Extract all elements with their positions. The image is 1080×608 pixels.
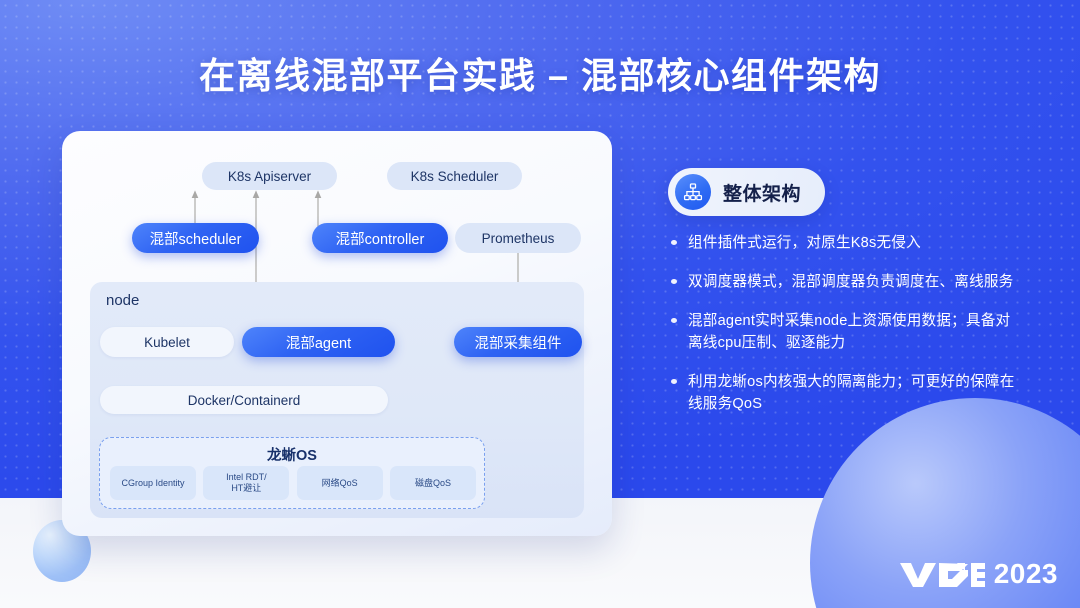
slide-root: 在离线混部平台实践 – 混部核心组件架构 node K8s Apiserver … (0, 0, 1080, 608)
component-label: K8s Scheduler (410, 168, 499, 184)
component-label: K8s Apiserver (227, 168, 312, 184)
list-item: 组件插件式运行，对原生K8s无侵入 (670, 232, 1022, 254)
vdc-logo: 2023 (899, 558, 1058, 590)
vdc-logo-icon (899, 563, 985, 587)
longxi-os-box: 龙蜥OS CGroup Identity Intel RDT/HT避让 网络Qo… (99, 437, 485, 509)
logo-year: 2023 (993, 558, 1058, 589)
list-item: 利用龙蜥os内核强大的隔离能力；可更好的保障在线服务QoS (670, 371, 1022, 415)
component-label: Prometheus (481, 230, 555, 246)
component-hunbu-collector[interactable]: 混部采集组件 (454, 327, 582, 357)
component-k8s-scheduler[interactable]: K8s Scheduler (387, 162, 522, 190)
os-tag-disk-qos[interactable]: 磁盘QoS (389, 466, 476, 500)
component-label: Kubelet (144, 334, 190, 350)
os-tag-intel-rdt[interactable]: Intel RDT/HT避让 (203, 466, 290, 500)
page-title: 在离线混部平台实践 – 混部核心组件架构 (198, 55, 882, 96)
bullet-dot-icon (671, 379, 677, 384)
section-badge-label: 整体架构 (723, 183, 802, 205)
section-badge: 整体架构 (668, 168, 826, 216)
component-label: 混部controller (335, 231, 425, 248)
component-hunbu-controller[interactable]: 混部controller (312, 223, 448, 253)
hierarchy-icon (675, 174, 711, 210)
longxi-os-title: 龙蜥OS (267, 448, 317, 464)
node-label: node (106, 292, 140, 309)
os-tag-cgroup-identity[interactable]: CGroup Identity (110, 466, 196, 500)
bullet-dot-icon (671, 318, 677, 323)
feature-bullet-list: 组件插件式运行，对原生K8s无侵入 双调度器模式，混部调度器负责调度在、离线服务… (670, 232, 1022, 432)
component-label: 混部采集组件 (474, 335, 562, 352)
bullet-dot-icon (671, 279, 677, 284)
component-label: 混部agent (285, 335, 352, 352)
component-hunbu-scheduler[interactable]: 混部scheduler (132, 223, 259, 253)
list-item: 双调度器模式，混部调度器负责调度在、离线服务 (670, 271, 1022, 293)
bullet-text: 组件插件式运行，对原生K8s无侵入 (688, 235, 921, 251)
component-prometheus[interactable]: Prometheus (455, 223, 581, 253)
longxi-os-tag-list: CGroup Identity Intel RDT/HT避让 网络QoS 磁盘Q… (110, 466, 476, 500)
component-label: Docker/Containerd (187, 392, 301, 408)
os-tag-network-qos[interactable]: 网络QoS (296, 466, 383, 500)
component-docker-containerd[interactable]: Docker/Containerd (100, 386, 388, 414)
component-kubelet[interactable]: Kubelet (100, 327, 234, 357)
bullet-text: 混部agent实时采集node上资源使用数据；具备对离线cpu压制、驱逐能力 (688, 313, 1011, 351)
bullet-text: 利用龙蜥os内核强大的隔离能力；可更好的保障在线服务QoS (688, 374, 1015, 412)
component-k8s-apiserver[interactable]: K8s Apiserver (202, 162, 337, 190)
list-item: 混部agent实时采集node上资源使用数据；具备对离线cpu压制、驱逐能力 (670, 310, 1022, 354)
bullet-text: 双调度器模式，混部调度器负责调度在、离线服务 (688, 274, 1014, 290)
component-hunbu-agent[interactable]: 混部agent (242, 327, 395, 357)
component-label: 混部scheduler (149, 231, 242, 248)
bullet-dot-icon (671, 240, 677, 245)
